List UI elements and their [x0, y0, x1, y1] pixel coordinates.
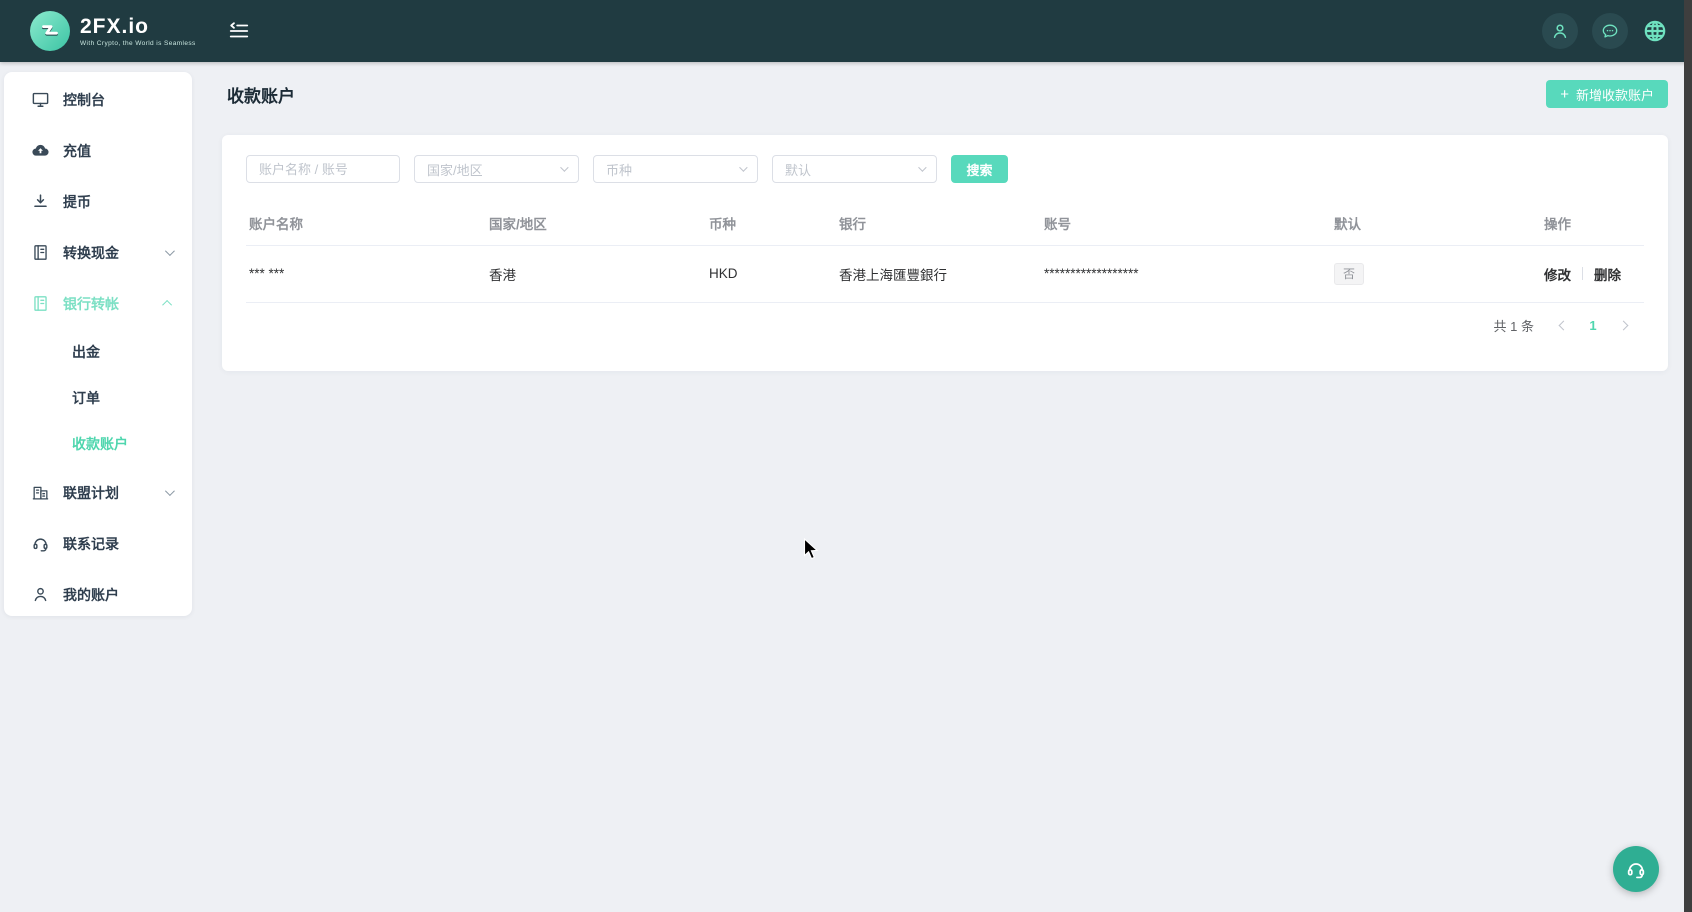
col-header-region: 国家/地区	[486, 201, 706, 245]
sidebar-item-label: 联盟计划	[63, 483, 119, 503]
col-header-account-name: 账户名称	[246, 201, 486, 245]
document-icon	[31, 243, 50, 262]
support-headset-button[interactable]	[1613, 846, 1659, 892]
document-icon	[31, 294, 50, 313]
accounts-table: 账户名称 国家/地区 币种 银行 账号 默认 操作 *** *** 香港 HKD…	[246, 201, 1644, 303]
user-icon	[31, 585, 50, 604]
sidebar-item-label: 转换现金	[63, 243, 119, 263]
sidebar-subitem-label: 出金	[72, 342, 100, 362]
cell-actions: 修改 删除	[1541, 245, 1644, 302]
table-row: *** *** 香港 HKD 香港上海匯豐銀行 ****************…	[246, 245, 1644, 302]
plus-icon: +	[1560, 87, 1569, 102]
account-search-input[interactable]	[246, 155, 400, 183]
col-header-bank: 银行	[836, 201, 1041, 245]
sidebar-item-label: 控制台	[63, 90, 105, 110]
menu-fold-icon[interactable]	[228, 20, 250, 42]
sidebar-item-deposit[interactable]: 充值	[4, 125, 192, 176]
add-receiving-account-button[interactable]: + 新增收款账户	[1546, 80, 1668, 108]
cell-account-no: ******************	[1041, 245, 1331, 302]
pagination-total: 共 1 条	[1494, 316, 1534, 335]
page-number-1[interactable]: 1	[1578, 318, 1608, 333]
logo-text: 2FX.io With Crypto, the World is Seamles…	[80, 16, 196, 47]
col-header-account-no: 账号	[1041, 201, 1331, 245]
sidebar-item-affiliate[interactable]: 联盟计划	[4, 467, 192, 518]
building-icon	[31, 483, 50, 502]
sidebar-item-convert-cash[interactable]: 转换现金	[4, 227, 192, 278]
sidebar-nav: 控制台 充值 提币 转换现金 银行转帐 出金 订单 收款账户	[4, 72, 192, 616]
cell-default: 否	[1331, 245, 1541, 302]
page-title: 收款账户	[227, 82, 295, 107]
currency-select[interactable]: 币种	[593, 155, 758, 183]
col-header-currency: 币种	[706, 201, 836, 245]
sidebar-subitem-orders[interactable]: 订单	[4, 375, 192, 421]
logo-title: 2FX.io	[80, 16, 196, 38]
chevron-down-icon	[165, 246, 175, 256]
scrollbar-track[interactable]	[1684, 0, 1692, 912]
sidebar-item-label: 银行转帐	[63, 294, 119, 314]
col-header-actions: 操作	[1541, 201, 1644, 245]
action-divider	[1582, 267, 1583, 280]
app-header: 2FX.io With Crypto, the World is Seamles…	[0, 0, 1692, 62]
default-select[interactable]: 默认	[772, 155, 937, 183]
sidebar-item-label: 联系记录	[63, 534, 119, 554]
accounts-card: 国家/地区 币种 默认 搜索 账户名称 国家/地区 币	[222, 135, 1668, 371]
sidebar-item-withdraw-coin[interactable]: 提币	[4, 176, 192, 227]
sidebar-item-bank-transfer[interactable]: 银行转帐	[4, 278, 192, 329]
sidebar-item-label: 我的账户	[63, 585, 119, 605]
user-account-icon[interactable]	[1542, 13, 1578, 49]
select-placeholder: 币种	[606, 160, 632, 179]
modify-link[interactable]: 修改	[1544, 264, 1571, 284]
sidebar-item-label: 提币	[63, 192, 91, 212]
search-button[interactable]: 搜索	[951, 155, 1008, 183]
select-placeholder: 默认	[785, 160, 811, 179]
country-region-select[interactable]: 国家/地区	[414, 155, 579, 183]
headset-icon	[1625, 858, 1647, 880]
next-page-button[interactable]	[1608, 322, 1638, 329]
add-button-label: 新增收款账户	[1576, 85, 1654, 104]
headset-icon	[31, 534, 50, 553]
delete-link[interactable]: 删除	[1594, 264, 1621, 284]
sidebar-subitem-label: 收款账户	[72, 434, 128, 454]
default-status-badge: 否	[1334, 263, 1364, 285]
monitor-icon	[31, 90, 50, 109]
globe-icon[interactable]	[1642, 18, 1668, 44]
sidebar-item-contact-records[interactable]: 联系记录	[4, 518, 192, 569]
chevron-down-icon	[560, 163, 568, 171]
cloud-upload-icon	[31, 141, 50, 160]
logo[interactable]: 2FX.io With Crypto, the World is Seamles…	[30, 11, 196, 51]
cell-account-name: *** ***	[246, 245, 486, 302]
cell-currency: HKD	[706, 245, 836, 302]
sidebar-item-label: 充值	[63, 141, 91, 161]
cell-bank: 香港上海匯豐銀行	[836, 245, 1041, 302]
chevron-down-icon	[739, 163, 747, 171]
sidebar-subitem-withdrawal[interactable]: 出金	[4, 329, 192, 375]
sidebar-subitem-receiving-account[interactable]: 收款账户	[4, 421, 192, 467]
logo-icon	[30, 11, 70, 51]
chevron-up-icon	[162, 300, 172, 310]
chevron-down-icon	[918, 163, 926, 171]
table-header-row: 账户名称 国家/地区 币种 银行 账号 默认 操作	[246, 201, 1644, 245]
pagination: 共 1 条 1	[246, 316, 1644, 335]
logo-tagline: With Crypto, the World is Seamless	[80, 40, 196, 47]
chevron-down-icon	[165, 486, 175, 496]
cell-region: 香港	[486, 245, 706, 302]
sidebar-subitem-label: 订单	[72, 388, 100, 408]
col-header-default: 默认	[1331, 201, 1541, 245]
chat-icon[interactable]	[1592, 13, 1628, 49]
main-content: 收款账户 + 新增收款账户 国家/地区 币种 默认 搜索	[192, 62, 1684, 912]
prev-page-button[interactable]	[1548, 322, 1578, 329]
sidebar-item-dashboard[interactable]: 控制台	[4, 74, 192, 125]
download-icon	[31, 192, 50, 211]
select-placeholder: 国家/地区	[427, 160, 483, 179]
sidebar-item-my-account[interactable]: 我的账户	[4, 569, 192, 620]
